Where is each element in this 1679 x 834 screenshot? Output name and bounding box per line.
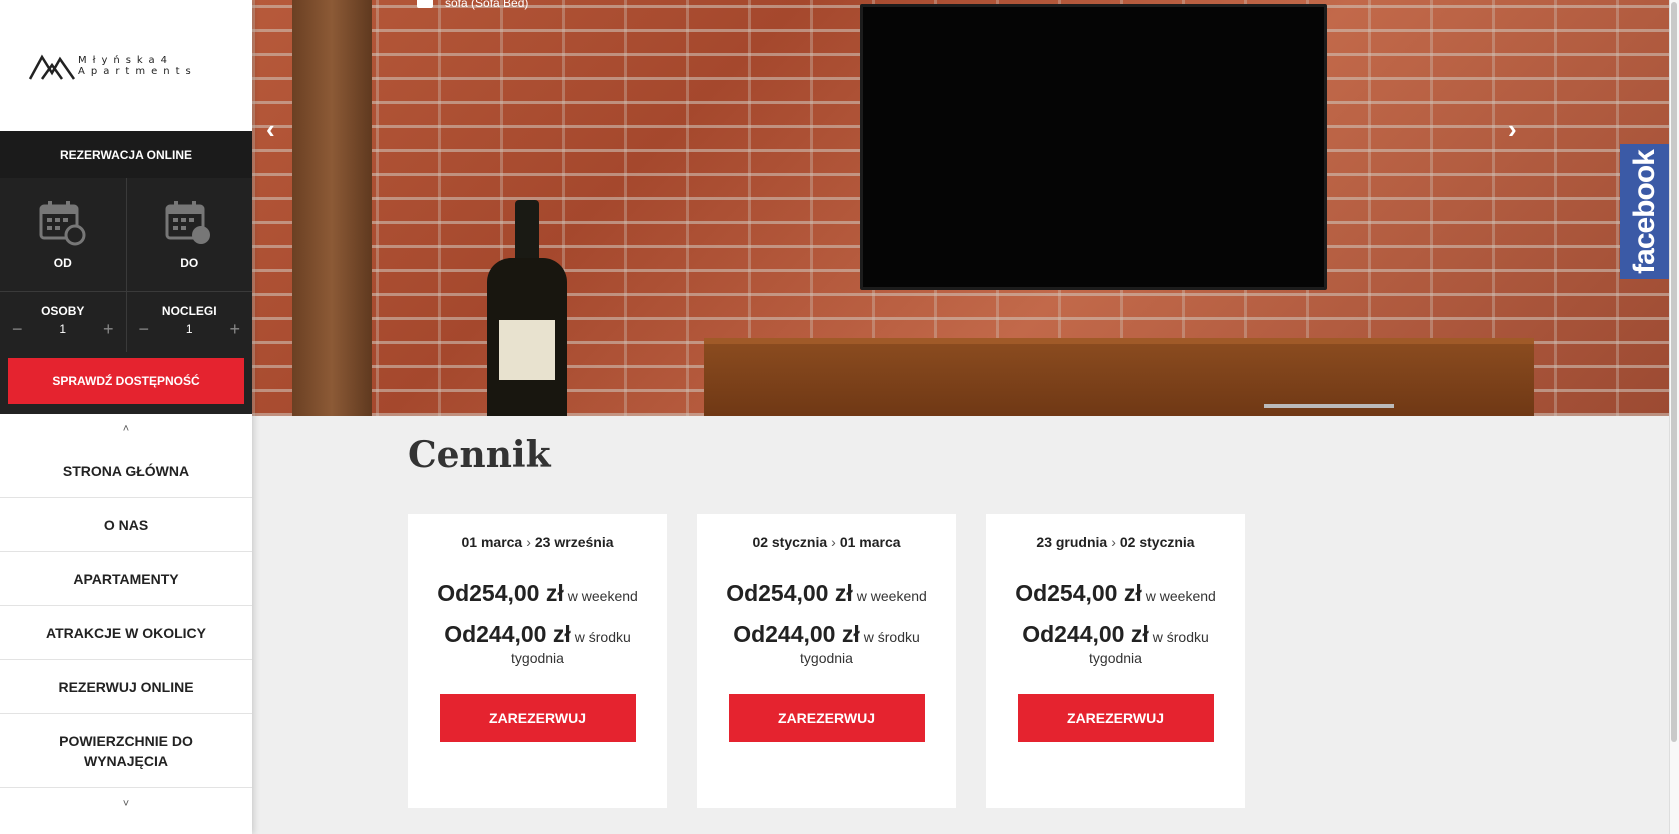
reserve-button[interactable]: ZAREZERWUJ xyxy=(1017,694,1214,742)
weekday-label: w środku xyxy=(574,629,631,645)
chevron-left-icon[interactable]: ‹ xyxy=(266,114,275,145)
nav-item-home[interactable]: STRONA GŁÓWNA xyxy=(0,444,252,498)
weekday-price: Od244,00 zł xyxy=(1022,621,1149,647)
nights-minus-button[interactable]: − xyxy=(139,320,150,338)
persons-minus-button[interactable]: − xyxy=(12,320,23,338)
persons-value: 1 xyxy=(59,322,67,336)
booking-widget: REZERWACJA ONLINE OD DO OSOBY − 1 + NOCL… xyxy=(0,131,252,414)
nights-value: 1 xyxy=(185,322,193,336)
price-card: 01 marca › 23 września Od254,00 zł w week… xyxy=(408,514,667,808)
weekday-label: w środku xyxy=(1152,629,1209,645)
page-title: Cennik xyxy=(408,434,551,476)
chevron-right-icon: › xyxy=(1111,534,1116,550)
price-card: 23 grudnia › 02 stycznia Od254,00 zł w we… xyxy=(986,514,1245,808)
check-availability-button[interactable]: SPRAWDŹ DOSTĘPNOŚĆ xyxy=(8,358,244,404)
nav-scroll-up-icon[interactable]: ˄ xyxy=(0,414,252,444)
sofa-icon xyxy=(417,0,433,8)
weekend-label: w weekend xyxy=(856,588,927,604)
date-from-label: OD xyxy=(53,255,72,270)
facebook-label: facebook xyxy=(1627,149,1661,274)
wine-bottle xyxy=(487,200,567,416)
weekend-price: Od254,00 zł xyxy=(437,580,564,606)
weekday-price: Od244,00 zł xyxy=(444,621,571,647)
main-nav: STRONA GŁÓWNA O NAS APARTAMENTY ATRAKCJE… xyxy=(0,444,252,788)
nights-label: NOCLEGI xyxy=(161,304,217,318)
date-to-picker[interactable]: DO xyxy=(125,178,253,291)
nights-control: NOCLEGI − 1 + xyxy=(125,292,253,352)
range-to: 23 września xyxy=(534,534,614,550)
date-range: 02 stycznia › 01 marca xyxy=(752,534,900,550)
weekday-label: w środku xyxy=(863,629,920,645)
scrollbar-thumb[interactable] xyxy=(1671,2,1677,742)
logo-line-1: Młyńska4 xyxy=(78,54,174,66)
persons-plus-button[interactable]: + xyxy=(103,320,114,338)
page: sofa (Sofa Bed) ‹ › facebook Młyńska4 Ap… xyxy=(0,0,1679,834)
weekday-label-2: tygodnia xyxy=(1089,650,1142,666)
nav-item-attractions[interactable]: ATRAKCJE W OKOLICY xyxy=(0,606,252,660)
logo-mark-icon xyxy=(28,54,76,80)
reserve-button[interactable]: ZAREZERWUJ xyxy=(728,694,925,742)
weekend-label: w weekend xyxy=(1145,588,1216,604)
chevron-right-icon[interactable]: › xyxy=(1508,114,1517,145)
range-to: 02 stycznia xyxy=(1119,534,1195,550)
nav-item-book-online[interactable]: REZERWUJ ONLINE xyxy=(0,660,252,714)
count-row: OSOBY − 1 + NOCLEGI − 1 + xyxy=(0,292,252,352)
weekday-label-2: tygodnia xyxy=(800,650,853,666)
logo-line-2: Apartments xyxy=(78,65,197,77)
logo[interactable]: Młyńska4 Apartments xyxy=(0,0,252,131)
weekend-price: Od254,00 zł xyxy=(726,580,853,606)
weekday-price-line: Od244,00 zł w środku tygodnia xyxy=(1022,621,1209,666)
date-range: 23 grudnia › 02 stycznia xyxy=(1036,534,1194,550)
check-wrap: SPRAWDŹ DOSTĘPNOŚĆ xyxy=(0,352,252,414)
hero-slider[interactable]: sofa (Sofa Bed) ‹ › xyxy=(252,0,1669,416)
range-to: 01 marca xyxy=(839,534,901,550)
logo-text: Młyńska4 Apartments xyxy=(78,55,197,77)
range-from: 01 marca xyxy=(461,534,523,550)
hero-caption: sofa (Sofa Bed) xyxy=(417,0,528,10)
weekday-price-line: Od244,00 zł w środku tygodnia xyxy=(444,621,631,666)
date-row: OD DO xyxy=(0,178,252,292)
chevron-right-icon: › xyxy=(526,534,531,550)
price-cards: 01 marca › 23 września Od254,00 zł w week… xyxy=(408,514,1245,808)
date-range: 01 marca › 23 września xyxy=(462,534,614,550)
persons-label: OSOBY xyxy=(41,304,85,318)
persons-stepper: − 1 + xyxy=(0,320,126,338)
range-from: 23 grudnia xyxy=(1036,534,1108,550)
date-from-picker[interactable]: OD xyxy=(0,178,126,291)
hero-caption-text: sofa (Sofa Bed) xyxy=(445,0,529,10)
facebook-tab[interactable]: facebook xyxy=(1620,144,1669,279)
nav-item-apartments[interactable]: APARTAMENTY xyxy=(0,552,252,606)
weekend-price-line: Od254,00 zł w weekend xyxy=(437,580,638,607)
date-to-label: DO xyxy=(180,255,199,270)
weekday-label-2: tygodnia xyxy=(511,650,564,666)
calendar-icon xyxy=(39,200,86,245)
weekend-label: w weekend xyxy=(567,588,638,604)
sidebar: Młyńska4 Apartments REZERWACJA ONLINE OD xyxy=(0,0,252,834)
nav-item-spaces-for-rent[interactable]: POWIERZCHNIE DO WYNAJĘCIA xyxy=(0,714,252,788)
weekend-price: Od254,00 zł xyxy=(1015,580,1142,606)
weekend-price-line: Od254,00 zł w weekend xyxy=(726,580,927,607)
price-card: 02 stycznia › 01 marca Od254,00 zł w week… xyxy=(697,514,956,808)
booking-header: REZERWACJA ONLINE xyxy=(0,131,252,178)
nav-scroll-down-icon[interactable]: ˅ xyxy=(0,788,252,810)
nights-plus-button[interactable]: + xyxy=(229,320,240,338)
chevron-right-icon: › xyxy=(831,534,836,550)
nav-item-about[interactable]: O NAS xyxy=(0,498,252,552)
weekday-price: Od244,00 zł xyxy=(733,621,860,647)
reserve-button[interactable]: ZAREZERWUJ xyxy=(439,694,636,742)
persons-control: OSOBY − 1 + xyxy=(0,292,126,352)
tv-image xyxy=(860,4,1327,290)
weekday-price-line: Od244,00 zł w środku tygodnia xyxy=(733,621,920,666)
range-from: 02 stycznia xyxy=(752,534,828,550)
wooden-beam xyxy=(292,0,372,416)
tv-cabinet xyxy=(704,338,1534,416)
calendar-icon xyxy=(165,200,211,244)
weekend-price-line: Od254,00 zł w weekend xyxy=(1015,580,1216,607)
nights-stepper: − 1 + xyxy=(127,320,253,338)
